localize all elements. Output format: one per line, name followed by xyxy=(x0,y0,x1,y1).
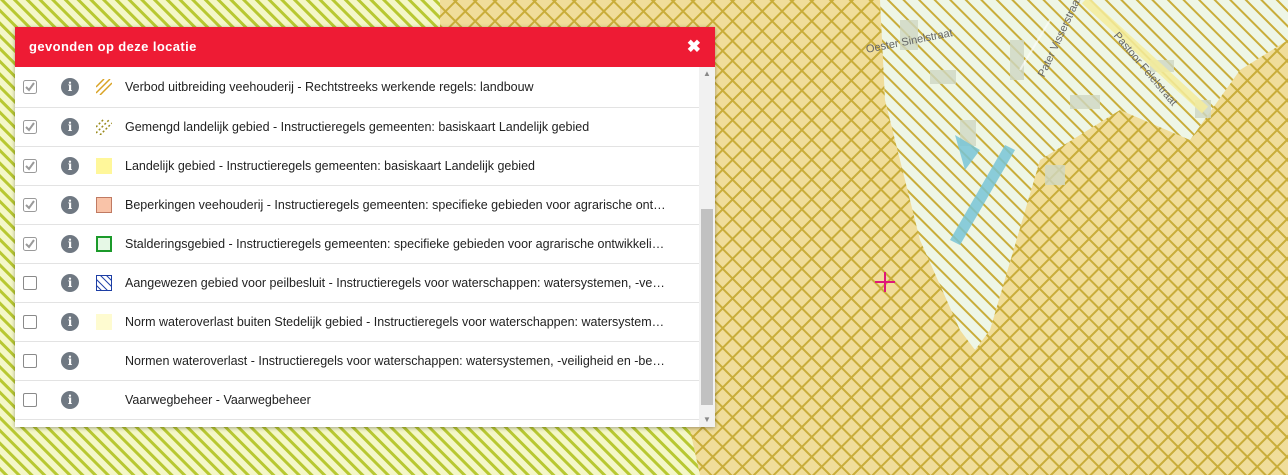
scroll-thumb[interactable] xyxy=(701,209,713,405)
legend-swatch-icon xyxy=(95,118,113,136)
info-icon[interactable]: i xyxy=(61,118,79,136)
checkbox-unchecked[interactable] xyxy=(23,315,37,329)
legend-swatch-icon xyxy=(96,158,112,174)
legend-swatch-icon xyxy=(96,197,112,213)
legend-swatch-icon xyxy=(95,274,113,292)
checkbox-checked[interactable] xyxy=(23,198,37,212)
layer-row[interactable]: i Stalderingsgebied - Instructieregels ge… xyxy=(15,225,699,264)
legend-swatch-icon xyxy=(96,236,112,252)
layer-row[interactable]: i Norm wateroverlast buiten Stedelijk geb… xyxy=(15,303,699,342)
checkbox-unchecked[interactable] xyxy=(23,354,37,368)
layer-row[interactable]: i Gemengd landelijk gebied - Instructiere… xyxy=(15,108,699,147)
layer-row[interactable]: i Landelijk gebied - Instructieregels gem… xyxy=(15,147,699,186)
layer-label: Beperkingen veehouderij - Instructierege… xyxy=(125,198,666,212)
scroll-up-icon[interactable]: ▲ xyxy=(699,67,715,81)
layer-label: Norm wateroverlast buiten Stedelijk gebi… xyxy=(125,315,665,329)
scroll-down-icon[interactable]: ▼ xyxy=(699,413,715,427)
panel-header: gevonden op deze locatie ✖ xyxy=(15,27,715,67)
info-icon[interactable]: i xyxy=(61,352,79,370)
layer-label: Landelijk gebied - Instructieregels geme… xyxy=(125,159,535,173)
legend-swatch-icon xyxy=(96,314,112,330)
layer-label: Vaarwegbeheer - Vaarwegbeheer xyxy=(125,393,311,407)
layer-row[interactable]: i Verbod uitbreiding veehouderij - Rechts… xyxy=(15,67,699,108)
legend-swatch-icon xyxy=(96,392,112,408)
layer-row[interactable]: i Beperkingen veehouderij - Instructiereg… xyxy=(15,186,699,225)
checkbox-checked[interactable] xyxy=(23,80,37,94)
layer-label: Normen wateroverlast - Instructieregels … xyxy=(125,354,665,368)
layer-label: Gemengd landelijk gebied - Instructiereg… xyxy=(125,120,590,134)
legend-swatch-icon xyxy=(96,353,112,369)
checkbox-unchecked[interactable] xyxy=(23,276,37,290)
info-icon[interactable]: i xyxy=(61,313,79,331)
legend-swatch-icon xyxy=(95,78,113,96)
layer-row[interactable]: i Normen wateroverlast - Instructieregels… xyxy=(15,342,699,381)
layer-label: Verbod uitbreiding veehouderij - Rechtst… xyxy=(125,80,534,94)
checkbox-checked[interactable] xyxy=(23,237,37,251)
checkbox-unchecked[interactable] xyxy=(23,393,37,407)
layer-list: i Verbod uitbreiding veehouderij - Rechts… xyxy=(15,67,699,427)
info-icon[interactable]: i xyxy=(61,274,79,292)
close-icon[interactable]: ✖ xyxy=(687,36,701,58)
info-icon[interactable]: i xyxy=(61,157,79,175)
checkbox-checked[interactable] xyxy=(23,159,37,173)
checkbox-checked[interactable] xyxy=(23,120,37,134)
feature-info-panel: gevonden op deze locatie ✖ i Verbod uitbr… xyxy=(15,27,715,427)
info-icon[interactable]: i xyxy=(61,196,79,214)
panel-title: gevonden op deze locatie xyxy=(29,39,197,54)
info-icon[interactable]: i xyxy=(61,391,79,409)
layer-row[interactable]: i Vaarwegbeheer - Vaarwegbeheer xyxy=(15,381,699,420)
info-icon[interactable]: i xyxy=(61,78,79,96)
layer-label: Aangewezen gebied voor peilbesluit - Ins… xyxy=(125,276,665,290)
layer-label: Stalderingsgebied - Instructieregels gem… xyxy=(125,237,665,251)
layer-row[interactable]: i Aangewezen gebied voor peilbesluit - In… xyxy=(15,264,699,303)
info-icon[interactable]: i xyxy=(61,235,79,253)
scrollbar[interactable]: ▲ ▼ xyxy=(699,67,715,427)
